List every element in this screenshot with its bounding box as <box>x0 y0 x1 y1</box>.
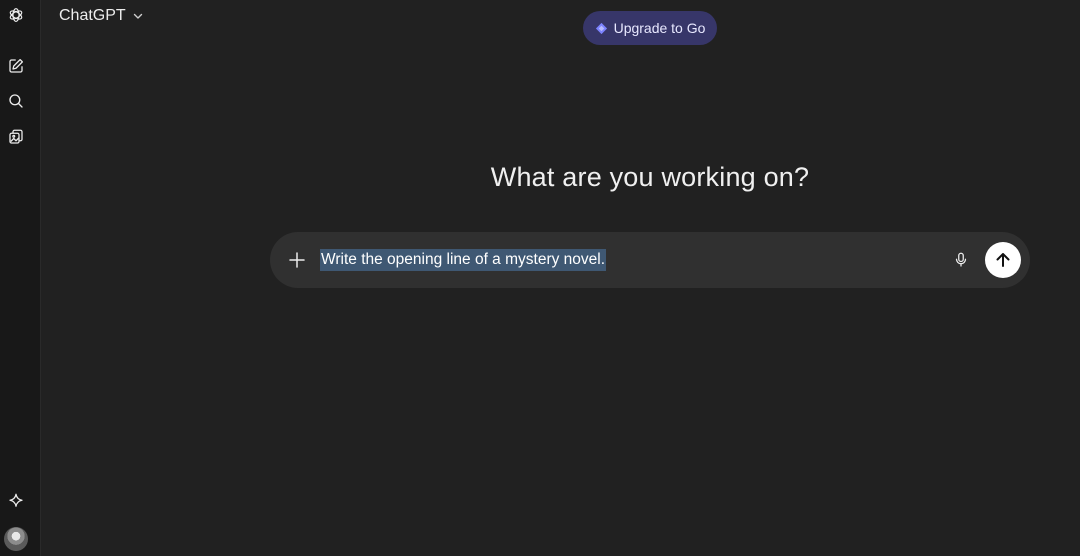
app-window: ChatGPT Upgrade to Go What are you worki… <box>0 0 1080 556</box>
openai-logo-icon <box>9 8 23 22</box>
arrow-up-icon <box>996 253 1010 267</box>
add-attachment-button[interactable] <box>285 248 309 272</box>
chevron-down-icon <box>133 13 142 19</box>
sparkle-icon <box>9 493 23 507</box>
upgrade-label: Upgrade to Go <box>613 20 706 36</box>
model-selector[interactable]: ChatGPT <box>59 5 144 27</box>
library-icon <box>9 129 23 144</box>
page-title: What are you working on? <box>490 162 810 192</box>
explore-button[interactable] <box>3 488 29 514</box>
plus-icon <box>289 252 305 268</box>
diamond-icon <box>595 22 607 34</box>
prompt-composer[interactable]: Write the opening line of a mystery nove… <box>270 232 1030 288</box>
upgrade-button[interactable]: Upgrade to Go <box>583 11 717 45</box>
openai-logo-button[interactable] <box>3 2 29 28</box>
new-chat-button[interactable] <box>3 53 29 79</box>
search-chats-button[interactable] <box>3 88 29 114</box>
microphone-icon <box>955 252 967 267</box>
dictate-button[interactable] <box>949 248 973 272</box>
sidebar-rail <box>0 0 41 556</box>
search-icon <box>9 94 23 108</box>
library-button[interactable] <box>3 124 29 150</box>
prompt-input[interactable]: Write the opening line of a mystery nove… <box>320 249 607 271</box>
avatar[interactable] <box>4 527 28 551</box>
send-button[interactable] <box>985 242 1021 278</box>
model-name: ChatGPT <box>59 7 126 24</box>
new-chat-icon <box>9 58 24 73</box>
